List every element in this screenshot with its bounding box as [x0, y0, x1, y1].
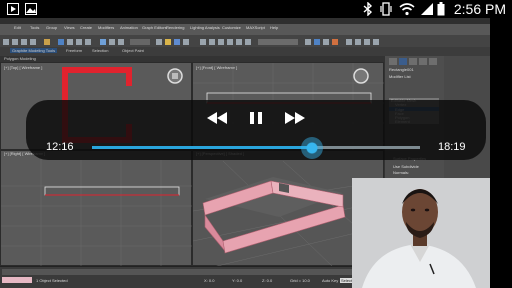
- ribbon: Graphite Modeling Tools Freeform Selecti…: [0, 47, 490, 56]
- letterbox: [490, 18, 512, 288]
- time-slider[interactable]: [2, 269, 382, 275]
- ribbon-tab[interactable]: Graphite Modeling Tools: [10, 48, 58, 53]
- rollout-row: Normals:: [393, 170, 410, 175]
- presenter-image: [352, 178, 490, 288]
- y-coord[interactable]: Y: 0.0: [232, 278, 242, 283]
- menu-item[interactable]: Create: [80, 25, 92, 30]
- webcam-feed: [352, 178, 490, 288]
- ribbon-tab[interactable]: Selection: [92, 48, 108, 53]
- auto-key-button[interactable]: Auto Key: [322, 278, 338, 283]
- menu-item[interactable]: Help: [270, 25, 278, 30]
- image-notification-icon: [25, 3, 37, 15]
- menu-item[interactable]: Views: [64, 25, 75, 30]
- right-view-grid: [1, 151, 193, 267]
- menu-item[interactable]: Modifiers: [98, 25, 114, 30]
- duration: 18:19: [438, 141, 466, 153]
- menu-item[interactable]: Customize: [222, 25, 241, 30]
- fast-forward-button[interactable]: [284, 110, 306, 126]
- menu-item[interactable]: Tools: [30, 25, 39, 30]
- status-clock: 2:56 PM: [453, 1, 506, 17]
- pause-button[interactable]: [249, 110, 263, 126]
- x-coord[interactable]: X: 0.0: [204, 278, 214, 283]
- current-time: 12:16: [46, 141, 74, 153]
- rollout-row[interactable]: Use Subdivide: [393, 164, 419, 169]
- ribbon-tab[interactable]: Freeform: [66, 48, 82, 53]
- panel-tab-icons[interactable]: [389, 58, 439, 66]
- menu-bar: Edit Tools Group Views Create Modifiers …: [0, 24, 490, 35]
- menu-item[interactable]: Rendering: [166, 25, 184, 30]
- seek-bar-thumb[interactable]: [300, 137, 323, 159]
- vibrate-icon: [380, 2, 392, 16]
- viewport-right[interactable]: [+] [Right] [ Wireframe ]: [0, 150, 193, 267]
- object-name-field[interactable]: Rectangle001: [389, 67, 414, 72]
- rewind-button[interactable]: [206, 110, 228, 126]
- grid-readout: Grid = 10.0: [290, 278, 310, 283]
- ribbon-tab[interactable]: Object Paint: [122, 48, 144, 53]
- seek-bar-progress: [92, 146, 312, 149]
- modifier-list-dropdown[interactable]: Modifier List: [389, 74, 411, 79]
- menu-item[interactable]: Group: [46, 25, 57, 30]
- play-notification-icon: [7, 3, 19, 15]
- selection-status: 1 Object Selected: [36, 278, 68, 283]
- menu-item[interactable]: Lighting Analysis: [190, 25, 220, 30]
- signal-icon: [421, 3, 433, 15]
- maxscript-listener[interactable]: [2, 277, 32, 283]
- menu-item[interactable]: MAXScript: [246, 25, 265, 30]
- menu-item[interactable]: Animation: [120, 25, 138, 30]
- menu-item[interactable]: Edit: [14, 25, 21, 30]
- ribbon-panel-label: Polygon Modeling: [4, 56, 36, 61]
- battery-icon: [437, 2, 445, 16]
- status-bar: 2:56 PM: [0, 0, 512, 18]
- menu-item[interactable]: Graph Editors: [142, 25, 167, 30]
- bluetooth-icon: [363, 2, 373, 16]
- wifi-icon: [399, 3, 415, 16]
- z-coord[interactable]: Z: 0.0: [262, 278, 272, 283]
- player-controls-overlay: [26, 100, 486, 160]
